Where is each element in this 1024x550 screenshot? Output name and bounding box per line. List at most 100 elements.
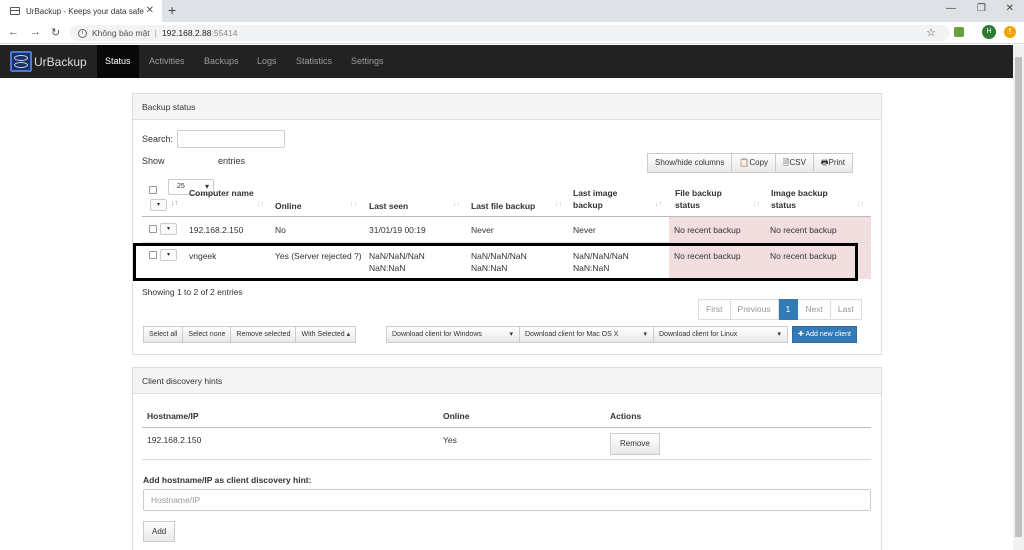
url-field[interactable]: i Không bảo mật | 192.168.2.88:55414 <box>70 25 950 41</box>
close-tab-icon[interactable]: ✕ <box>146 5 154 16</box>
remove-hint-button[interactable]: Remove <box>610 433 660 455</box>
col-hostname: Hostname/IP <box>147 411 199 421</box>
print-button[interactable]: 🖶Print <box>813 153 853 173</box>
col-online[interactable]: Online <box>275 200 301 212</box>
nav-settings[interactable]: Settings <box>343 45 392 78</box>
sort-icon[interactable]: ↓↑ <box>753 201 760 208</box>
with-selected-button[interactable]: With Selected ▴ <box>296 326 357 343</box>
sort-icon[interactable]: ↓↑ <box>257 201 264 208</box>
caret-down-icon: ▾ <box>643 331 647 338</box>
sort-icon[interactable]: ↓↑ <box>857 201 864 208</box>
scrollbar-thumb[interactable] <box>1015 57 1022 537</box>
update-warning-icon[interactable]: ! <box>1004 26 1016 38</box>
col-online: Online <box>443 411 470 421</box>
page-length-value: 25 <box>177 183 185 190</box>
row-divider <box>142 459 871 460</box>
sort-asc-icon[interactable]: ↓↑ <box>171 200 178 207</box>
bookmark-star-icon[interactable]: ☆ <box>926 26 936 39</box>
caret-down-icon: ▾ <box>777 331 781 338</box>
new-tab-icon[interactable]: + <box>168 2 176 18</box>
close-window-icon[interactable]: ✕ <box>1006 3 1014 14</box>
search-label: Search: <box>142 134 174 144</box>
nav-statistics[interactable]: Statistics <box>288 45 340 78</box>
download-mac-button[interactable]: Download client for Mac OS X ▾ <box>520 326 654 343</box>
col-computer-name[interactable]: Computer name <box>189 187 259 199</box>
download-windows-button[interactable]: Download client for Windows ▾ <box>386 326 520 343</box>
caret-down-icon: ▾ <box>509 331 513 338</box>
reload-icon[interactable]: ↻ <box>51 26 60 39</box>
download-actions: Download client for Windows ▾ Download cl… <box>386 326 788 343</box>
col-last-file-backup[interactable]: Last file backup <box>471 200 535 212</box>
show-label: Show <box>142 156 165 166</box>
restore-icon[interactable]: ❐ <box>977 3 986 14</box>
add-new-client-label: Add new client <box>805 331 851 338</box>
nav-activities[interactable]: Activities <box>141 45 193 78</box>
info-icon[interactable]: i <box>78 28 87 38</box>
hostname-input[interactable]: Hostname/IP <box>143 489 871 511</box>
row-dropdown-button[interactable]: ▾ <box>160 223 177 235</box>
profile-avatar[interactable]: H <box>982 25 996 39</box>
remove-selected-button[interactable]: Remove selected <box>231 326 297 343</box>
tab-title: UrBackup - Keeps your data safe <box>26 6 144 16</box>
select-none-button[interactable]: Select none <box>183 326 232 343</box>
url-separator: | <box>154 28 157 38</box>
nav-logs[interactable]: Logs <box>249 45 285 78</box>
cell-file-backup-status: No recent backup <box>674 225 741 235</box>
row-checkbox[interactable] <box>149 225 157 233</box>
add-new-client-button[interactable]: ✚ Add new client <box>792 326 857 343</box>
col-file-backup-status[interactable]: File backup status <box>675 187 745 211</box>
table-tools: Show/hide columns 📋Copy 🗎CSV 🖶Print <box>647 153 853 173</box>
copy-button[interactable]: 📋Copy <box>732 153 777 173</box>
copy-icon: 📋 <box>739 158 750 167</box>
sort-icon[interactable]: ↓↑ <box>655 201 662 208</box>
cell-last-file-backup: Never <box>471 225 494 235</box>
sort-icon[interactable]: ↓↑ <box>350 201 357 208</box>
download-linux-button[interactable]: Download client for Linux ▾ <box>654 326 788 343</box>
col-last-seen[interactable]: Last seen <box>369 200 408 212</box>
address-bar-row: ← → ↻ i Không bảo mật | 192.168.2.88:554… <box>0 22 1024 44</box>
cell-last-seen: 31/01/19 00:19 <box>369 225 426 235</box>
sort-icon[interactable]: ↓↑ <box>453 201 460 208</box>
brand[interactable]: UrBackup <box>10 51 87 72</box>
sort-icon[interactable]: ↓↑ <box>555 201 562 208</box>
download-mac-label: Download client for Mac OS X <box>525 331 619 338</box>
table-info: Showing 1 to 2 of 2 entries <box>142 287 243 297</box>
search-input[interactable] <box>177 130 285 148</box>
page-icon <box>10 7 20 15</box>
url-host: 192.168.2.88 <box>161 28 212 38</box>
col-image-backup-status[interactable]: Image backup status <box>771 187 846 211</box>
highlight-box <box>133 243 858 281</box>
plus-icon: ✚ <box>798 331 804 338</box>
extension-icon[interactable] <box>954 27 964 37</box>
select-all-checkbox[interactable] <box>149 186 157 194</box>
download-linux-label: Download client for Linux <box>659 331 738 338</box>
col-last-image-backup[interactable]: Last image backup <box>573 187 643 211</box>
page-previous[interactable]: Previous <box>730 299 779 320</box>
forward-icon[interactable]: → <box>30 26 41 38</box>
add-hint-button[interactable]: Add <box>143 521 176 542</box>
minimize-icon[interactable]: — <box>946 3 956 14</box>
header-dropdown-button[interactable]: ▾ <box>150 199 167 211</box>
entries-label: entries <box>218 156 246 166</box>
backup-status-panel: Backup status Search: Show 25 entries Sh… <box>132 93 882 355</box>
cell-online: Yes <box>443 435 457 445</box>
show-hide-columns-button[interactable]: Show/hide columns <box>647 153 733 173</box>
cell-image-backup-status: No recent backup <box>770 225 837 235</box>
page-first[interactable]: First <box>698 299 731 320</box>
page-scrollbar[interactable] <box>1013 45 1024 550</box>
nav-status[interactable]: Status <box>97 45 139 78</box>
cell-online: No <box>275 225 286 235</box>
page-next[interactable]: Next <box>798 299 831 320</box>
page-last[interactable]: Last <box>830 299 862 320</box>
caret-up-icon: ▴ <box>346 331 351 338</box>
csv-button[interactable]: 🗎CSV <box>776 153 814 173</box>
browser-tab[interactable]: UrBackup - Keeps your data safe ✕ <box>0 0 162 22</box>
back-icon[interactable]: ← <box>8 26 19 38</box>
app-navbar: UrBackup Status Activities Backups Logs … <box>0 45 1013 78</box>
cell-hostname: 192.168.2.150 <box>147 435 202 445</box>
page-1[interactable]: 1 <box>778 299 799 320</box>
nav-backups[interactable]: Backups <box>196 45 247 78</box>
select-all-button[interactable]: Select all <box>143 326 184 343</box>
cell-last-image-backup: Never <box>573 225 596 235</box>
cell-computer-name[interactable]: 192.168.2.150 <box>189 224 243 236</box>
